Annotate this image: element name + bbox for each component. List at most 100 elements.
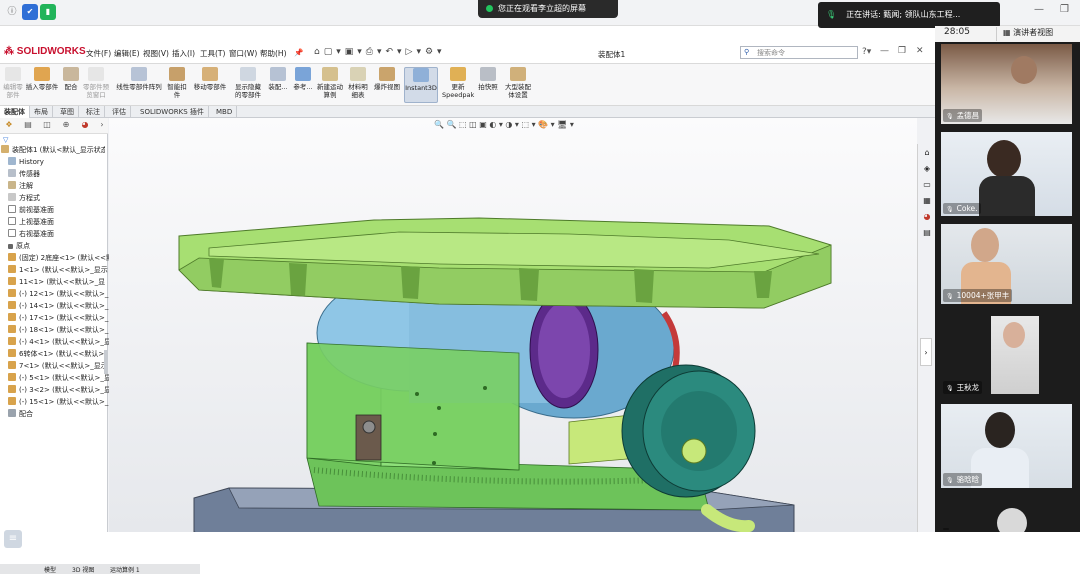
tab-evaluate[interactable]: 评估 bbox=[108, 106, 131, 118]
participant-tile[interactable]: 🎙 骆晗晗 bbox=[941, 404, 1072, 488]
tree-item-component[interactable]: (固定) 2底座<1> (默认<<默 bbox=[8, 253, 112, 263]
menu-tools[interactable]: 工具(T) bbox=[200, 48, 225, 59]
tab-markup[interactable]: 标注 bbox=[82, 106, 105, 118]
menu-window[interactable]: 窗口(W) bbox=[229, 48, 257, 59]
tree-splitter[interactable] bbox=[104, 350, 108, 374]
participant-tile[interactable]: 🎙 Coke. bbox=[941, 132, 1072, 216]
command-search-input[interactable]: ⚲ 搜索命令 bbox=[740, 46, 858, 59]
home-icon[interactable]: ⌂ bbox=[920, 146, 934, 160]
tree-item-component[interactable]: (-) 18<1> (默认<<默认>_ bbox=[8, 325, 112, 335]
update-speedpak-button[interactable]: 更新 Speedpak bbox=[442, 67, 474, 99]
edit-component-button[interactable]: 编辑零部件 bbox=[2, 67, 24, 99]
minimize-icon[interactable]: — bbox=[1034, 4, 1044, 15]
tab-layout[interactable]: 布局 bbox=[30, 106, 53, 118]
configuration-manager-icon[interactable]: ◫ bbox=[41, 120, 53, 132]
tree-item-right-plane[interactable]: 右视基准面 bbox=[8, 229, 112, 239]
tree-item-component[interactable]: (-) 4<1> (默认<<默认>_显 bbox=[8, 337, 112, 347]
tab-3d-view[interactable]: 3D 视图 bbox=[72, 565, 94, 574]
tab-mbd[interactable]: MBD bbox=[212, 106, 238, 118]
tree-item-origin[interactable]: 原点 bbox=[8, 241, 112, 251]
solidworks-logo[interactable]: ⁂ SOLIDWORKS bbox=[4, 46, 86, 57]
mate-button[interactable]: 配合 bbox=[62, 67, 80, 91]
property-manager-icon[interactable]: ▤ bbox=[22, 120, 34, 132]
participant-tile[interactable]: 🎙 王秋龙 bbox=[941, 312, 1072, 396]
menu-icon[interactable]: ≡ bbox=[4, 530, 22, 548]
tab-model[interactable]: 模型 bbox=[44, 565, 56, 574]
tree-item-component[interactable]: 11<1> (默认<<默认>_显 bbox=[8, 277, 112, 287]
menu-file[interactable]: 文件(F) bbox=[86, 48, 111, 59]
tree-item-component[interactable]: 1<1> (默认<<默认>_显示 bbox=[8, 265, 112, 275]
move-component-button[interactable]: 移动零部件 bbox=[190, 67, 230, 91]
assembly-features-button[interactable]: 装配... bbox=[266, 67, 290, 91]
tab-addins[interactable]: SOLIDWORKS 插件 bbox=[136, 106, 209, 118]
tree-item-annotations[interactable]: 注解 bbox=[8, 181, 112, 191]
part-icon bbox=[8, 373, 16, 381]
file-explorer-icon[interactable]: ▭ bbox=[920, 178, 934, 192]
smart-fasteners-button[interactable]: 智能扣件 bbox=[166, 67, 188, 99]
bill-of-materials-button[interactable]: 材料明细表 bbox=[346, 67, 370, 99]
close-icon[interactable]: ✕ bbox=[916, 46, 924, 56]
tree-item-front-plane[interactable]: 前视基准面 bbox=[8, 205, 112, 215]
chevron-right-icon[interactable]: › bbox=[96, 120, 108, 132]
minimize-icon[interactable]: — bbox=[880, 46, 889, 56]
tree-item-component[interactable]: 7<1> (默认<<默认>_显示 bbox=[8, 361, 112, 371]
display-manager-icon[interactable]: ◕ bbox=[79, 120, 91, 132]
tree-item-top-plane[interactable]: 上视基准面 bbox=[8, 217, 112, 227]
tree-item-equations[interactable]: 方程式 bbox=[8, 193, 112, 203]
view-palette-icon[interactable]: ▦ bbox=[920, 194, 934, 208]
appearances-icon[interactable]: ◕ bbox=[920, 210, 934, 224]
large-assembly-settings-button[interactable]: 大型装配体设置 bbox=[502, 67, 534, 99]
tree-item-mates[interactable]: 配合 bbox=[8, 409, 112, 419]
filter-icon[interactable]: ▽ bbox=[3, 136, 8, 144]
custom-properties-icon[interactable]: ▤ bbox=[920, 226, 934, 240]
shield-icon[interactable]: ✔ bbox=[22, 4, 38, 20]
exploded-view-button[interactable]: 爆炸视图 bbox=[372, 67, 402, 91]
help-icon[interactable]: ?▾ bbox=[862, 47, 871, 57]
tree-item-component[interactable]: 6转体<1> (默认<<默认>_ bbox=[8, 349, 112, 359]
plane-icon bbox=[8, 205, 16, 213]
tab-assembly[interactable]: 装配体 bbox=[0, 106, 30, 118]
tree-item-component[interactable]: (-) 14<1> (默认<<默认>_ bbox=[8, 301, 112, 311]
tree-item-component[interactable]: (-) 17<1> (默认<<默认>_ bbox=[8, 313, 112, 323]
tree-item-component[interactable]: (-) 3<2> (默认<<默认>_显 bbox=[8, 385, 112, 395]
take-snapshot-button[interactable]: 拍快照 bbox=[476, 67, 500, 91]
collapse-panel-button[interactable]: › bbox=[920, 338, 932, 366]
insert-component-button[interactable]: 插入零部件 bbox=[24, 67, 60, 91]
feature-manager-icon[interactable]: ❖ bbox=[3, 120, 15, 132]
view-mode-button[interactable]: ▦ 演讲者视图 bbox=[996, 27, 1066, 41]
assembly-model[interactable] bbox=[109, 118, 917, 532]
show-hidden-components-button[interactable]: 显示隐藏的零部件 bbox=[232, 67, 264, 99]
screen-share-banner[interactable]: 您正在观看李立超的屏幕 bbox=[478, 0, 618, 18]
menu-view[interactable]: 视图(V) bbox=[143, 48, 169, 59]
menu-help[interactable]: 帮助(H) bbox=[260, 48, 287, 59]
menu-insert[interactable]: 插入(I) bbox=[172, 48, 195, 59]
tab-motion-study[interactable]: 运动算例 1 bbox=[110, 565, 140, 574]
info-icon[interactable]: ⓘ bbox=[4, 4, 20, 20]
signal-icon[interactable]: ▮ bbox=[40, 4, 56, 20]
quick-access-toolbar[interactable]: ⌂▢▾▣▾⎙▾↶▾▷▾⚙▾ bbox=[314, 47, 446, 57]
tree-item-assembly[interactable]: 装配体1 (默认<默认_显示状态 bbox=[1, 145, 105, 155]
menu-edit[interactable]: 编辑(E) bbox=[114, 48, 140, 59]
speaking-indicator: 🎙 正在讲话: 甄闻; 领队山东工程... bbox=[818, 2, 1000, 28]
tree-item-sensors[interactable]: 传感器 bbox=[8, 169, 112, 179]
graphics-viewport[interactable]: 🔍 🔍 ⬚ ◫ ▣ ◐ ▾ ◑ ▾ ⬚ ▾ 🎨 ▾ 🖥 ▾ bbox=[109, 118, 917, 532]
tree-item-component[interactable]: (-) 15<1> (默认<<默认>_ bbox=[8, 397, 112, 407]
tree-item-history[interactable]: History bbox=[8, 157, 112, 166]
reference-geometry-button[interactable]: 参考... bbox=[292, 67, 314, 91]
dimxpert-icon[interactable]: ⊕ bbox=[60, 120, 72, 132]
instant3d-button[interactable]: Instant3D bbox=[404, 67, 438, 103]
participant-tile[interactable]: 🎙 孟德昌 bbox=[941, 44, 1072, 124]
design-library-icon[interactable]: ◈ bbox=[920, 162, 934, 176]
tab-sketch[interactable]: 草图 bbox=[56, 106, 79, 118]
restore-icon[interactable]: ❐ bbox=[898, 46, 906, 56]
new-motion-study-button[interactable]: 新建运动算例 bbox=[316, 67, 344, 99]
participant-tile[interactable]: 🎙 10004+张甲丰 bbox=[941, 224, 1072, 304]
tree-item-component[interactable]: (-) 12<1> (默认<<默认>_ bbox=[8, 289, 112, 299]
feature-manager-tree: ❖ ▤ ◫ ⊕ ◕ › ▽ 装配体1 (默认<默认_显示状态 History 传… bbox=[0, 118, 112, 532]
tree-item-component[interactable]: (-) 5<1> (默认<<默认>_显 bbox=[8, 373, 112, 383]
participant-tile[interactable] bbox=[941, 498, 1072, 532]
component-preview-button[interactable]: 零部件预览窗口 bbox=[82, 67, 110, 99]
restore-icon[interactable]: ❐ bbox=[1060, 4, 1069, 15]
linear-pattern-button[interactable]: 线性零部件阵列 bbox=[114, 67, 164, 91]
pin-icon[interactable]: 📌 bbox=[294, 48, 303, 57]
